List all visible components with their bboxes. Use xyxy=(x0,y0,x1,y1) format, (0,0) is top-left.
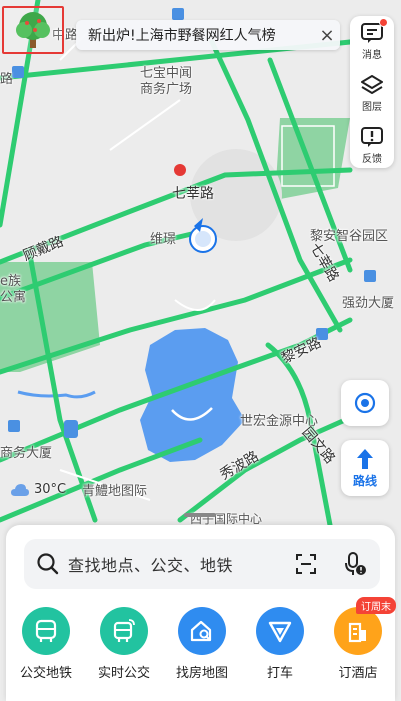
shortcut-label: 找房地图 xyxy=(175,666,228,681)
scan-icon[interactable] xyxy=(294,552,318,576)
shortcut-hotel[interactable]: 订周末 订酒店 xyxy=(320,597,396,681)
road-label: 七莘路 xyxy=(172,186,214,202)
shortcut-label: 实时公交 xyxy=(97,666,150,681)
taxi-icon xyxy=(256,607,304,655)
map-label: 维璟 xyxy=(150,232,177,247)
map-tools-panel: 消息 图层 反馈 xyxy=(350,16,394,168)
route-label: 路线 xyxy=(352,473,377,488)
map-label: 强劲大厦 xyxy=(342,296,395,311)
map-label: 商务广场 xyxy=(140,82,193,97)
message-button[interactable]: 消息 xyxy=(350,16,394,64)
route-button[interactable]: 路线 xyxy=(341,440,389,496)
route-arrow-icon xyxy=(357,448,373,469)
shortcut-label: 公交地铁 xyxy=(19,666,72,681)
shortcut-house-map[interactable]: 找房地图 xyxy=(164,607,240,681)
hotel-promo-badge: 订周末 xyxy=(356,597,396,614)
shortcut-label: 订酒店 xyxy=(338,666,378,681)
bottom-sheet: 查找地点、公交、地铁 公交地铁 实时公交 找房地图 打车 订周末 订酒店 xyxy=(6,525,396,701)
feedback-button[interactable]: 反馈 xyxy=(350,120,394,168)
temperature: 30°C xyxy=(34,482,67,497)
map-label: 世宏金源中心 xyxy=(240,414,319,429)
shortcut-bus-metro[interactable]: 公交地铁 xyxy=(8,607,84,681)
layers-button[interactable]: 图层 xyxy=(350,68,394,116)
hotel-icon xyxy=(334,607,382,655)
search-icon xyxy=(37,553,59,575)
tree-avatar-icon xyxy=(16,12,50,48)
promo-banner[interactable]: 新出炉!上海市野餐网红人气榜 × xyxy=(76,20,340,50)
message-label: 消息 xyxy=(362,50,382,61)
notification-dot xyxy=(379,18,388,27)
banner-text: 新出炉!上海市野餐网红人气榜 xyxy=(88,28,276,44)
search-bar[interactable]: 查找地点、公交、地铁 xyxy=(24,539,380,589)
realtime-bus-icon xyxy=(100,607,148,655)
sheet-handle[interactable] xyxy=(184,513,216,517)
locate-icon xyxy=(354,392,376,414)
layers-label: 图层 xyxy=(362,102,382,113)
microphone-icon[interactable] xyxy=(344,551,366,577)
bus-icon xyxy=(22,607,70,655)
feedback-label: 反馈 xyxy=(362,154,382,165)
avatar[interactable] xyxy=(2,6,64,54)
map-label: 公寓 xyxy=(0,290,27,305)
cloud-icon xyxy=(11,483,29,496)
map-label: 商务大厦 xyxy=(0,446,53,461)
weather-widget[interactable]: 30°C xyxy=(10,482,66,497)
shortcut-taxi[interactable]: 打车 xyxy=(242,607,318,681)
map-label: 青鱧地图际 xyxy=(82,484,148,499)
layers-icon xyxy=(361,75,383,94)
map-label: 路 xyxy=(0,72,14,87)
search-input[interactable]: 查找地点、公交、地铁 xyxy=(68,552,294,576)
shortcut-label: 打车 xyxy=(266,666,293,681)
locate-button[interactable] xyxy=(341,380,389,426)
shortcut-realtime-bus[interactable]: 实时公交 xyxy=(86,607,162,681)
close-icon[interactable]: × xyxy=(314,25,340,46)
feedback-icon xyxy=(361,127,383,147)
shortcut-bar: 公交地铁 实时公交 找房地图 打车 订周末 订酒店 xyxy=(6,597,396,687)
house-search-icon xyxy=(178,607,226,655)
